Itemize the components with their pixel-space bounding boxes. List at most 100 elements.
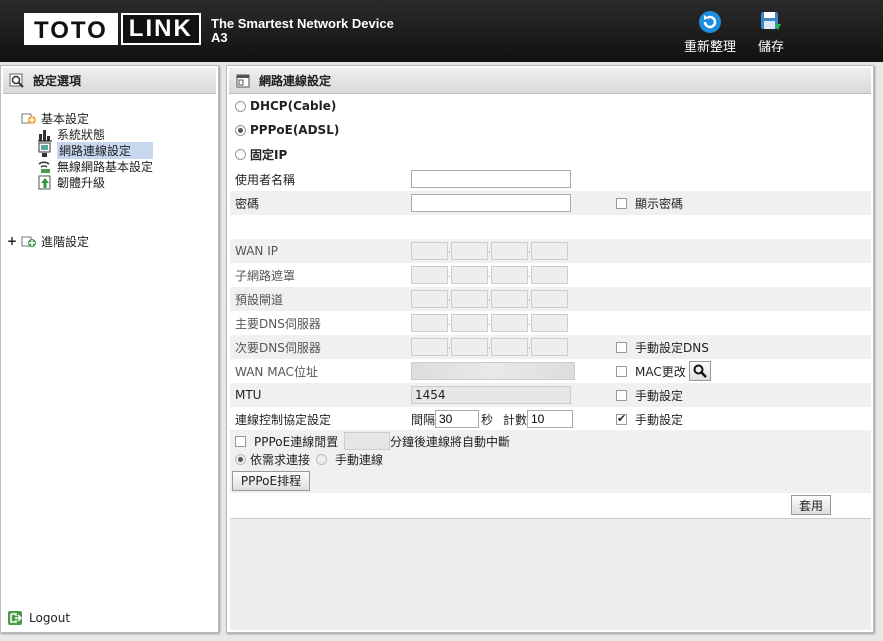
- username-row: 使用者名稱: [230, 167, 871, 191]
- static-radio[interactable]: [235, 148, 246, 160]
- lcp-label: 連線控制協定設定: [235, 412, 332, 427]
- username-label: 使用者名稱: [235, 172, 296, 187]
- bar-chart-icon: [38, 130, 52, 142]
- pppoe-radio[interactable]: [235, 124, 246, 136]
- mtu-input[interactable]: 1454: [411, 386, 571, 404]
- mode-pppoe[interactable]: PPPoE(ADSL): [230, 118, 871, 142]
- logo-link: LINK: [120, 13, 201, 45]
- on-demand-label: 依需求連接: [250, 452, 311, 467]
- mac-search-button[interactable]: [689, 361, 711, 381]
- sidebar-header: 設定選項: [3, 68, 216, 94]
- dns1-input[interactable]: ...: [411, 314, 568, 332]
- static-label: 固定IP: [250, 147, 288, 162]
- refresh-icon: [699, 11, 721, 33]
- apply-button[interactable]: 套用: [791, 495, 831, 515]
- logout-label: Logout: [29, 611, 71, 625]
- mac-change-label: MAC更改: [635, 364, 686, 379]
- sidebar-item-label: 韌體升級: [57, 175, 106, 190]
- idle-suffix: 分鐘後連線將自動中斷: [390, 434, 511, 449]
- interval-input[interactable]: [435, 410, 479, 428]
- dns1-label: 主要DNS伺服器: [235, 316, 321, 331]
- pppoe-schedule-button[interactable]: PPPoE排程: [232, 470, 310, 491]
- manual-connect-label: 手動連線: [335, 452, 384, 467]
- page-title: 網路連線設定: [259, 74, 332, 88]
- dns1-row: 主要DNS伺服器 ...: [230, 311, 871, 335]
- dns2-label: 次要DNS伺服器: [235, 340, 321, 355]
- wireless-icon: [38, 161, 50, 173]
- tree-advanced-settings[interactable]: 進階設定: [21, 233, 89, 249]
- main-header: 網路連線設定: [229, 68, 871, 94]
- idle-label: PPPoE連線閒置: [254, 434, 339, 449]
- mac-change-checkbox[interactable]: [616, 365, 627, 377]
- connect-type-row: 依需求連接 手動連線: [230, 450, 871, 468]
- show-password-label: 顯示密碼: [635, 196, 684, 211]
- spacer-row: [230, 215, 871, 239]
- dhcp-label: DHCP(Cable): [250, 99, 337, 113]
- gateway-row: 預設閘道 ...: [230, 287, 871, 311]
- upgrade-icon: [38, 175, 51, 190]
- wan-ip-input[interactable]: ...: [411, 242, 568, 260]
- save-button[interactable]: 儲存: [758, 10, 784, 55]
- dns2-row: 次要DNS伺服器 ... 手動設定DNS: [230, 335, 871, 359]
- mode-dhcp[interactable]: DHCP(Cable): [230, 94, 871, 118]
- gateway-label: 預設閘道: [235, 292, 284, 307]
- empty-area: [230, 518, 871, 630]
- subnet-input[interactable]: ...: [411, 266, 568, 284]
- folder-settings-icon: [21, 113, 36, 124]
- tree-basic-settings[interactable]: 基本設定: [21, 110, 89, 126]
- pppoe-label: PPPoE(ADSL): [250, 123, 340, 137]
- wan-mac-input[interactable]: [411, 362, 575, 380]
- save-label: 儲存: [758, 40, 785, 55]
- manual-connect-radio[interactable]: [316, 453, 328, 465]
- save-icon: [761, 12, 781, 30]
- tree-advanced-label: 進階設定: [41, 234, 90, 249]
- tagline: The Smartest Network Device A3: [211, 17, 394, 45]
- count-input[interactable]: [527, 410, 573, 428]
- wan-ip-row: WAN IP ...: [230, 239, 871, 263]
- dns2-input[interactable]: ...: [411, 338, 568, 356]
- sidebar-item-firmware[interactable]: 韌體升級: [37, 174, 105, 190]
- apply-bar: 套用: [230, 493, 871, 518]
- search-icon: [693, 364, 707, 378]
- idle-input[interactable]: [344, 432, 390, 450]
- password-input[interactable]: [411, 194, 571, 212]
- main-panel: 網路連線設定 DHCP(Cable) PPPoE(ADSL) 固定IP 使用者名…: [226, 65, 874, 633]
- wan-mac-row: WAN MAC位址 MAC更改: [230, 359, 871, 383]
- wan-ip-label: WAN IP: [235, 244, 278, 258]
- schedule-row: PPPoE排程: [230, 468, 871, 493]
- wan-mac-label: WAN MAC位址: [235, 364, 318, 379]
- logo-toto: TOTO: [24, 13, 118, 45]
- sidebar-item-network[interactable]: 網路連線設定: [37, 141, 154, 159]
- model-name: A3: [211, 30, 228, 45]
- window-icon: [236, 74, 250, 87]
- reboot-button[interactable]: 重新整理: [684, 10, 736, 55]
- lcp-manual-checkbox[interactable]: [616, 412, 627, 425]
- sidebar-item-label: 系統狀態: [57, 127, 106, 142]
- sidebar-item-wireless[interactable]: 無線網路基本設定: [37, 158, 153, 174]
- gateway-input[interactable]: ...: [411, 290, 568, 308]
- manual-dns-checkbox[interactable]: [616, 341, 627, 353]
- mtu-manual-label: 手動設定: [635, 388, 684, 403]
- mtu-manual-checkbox[interactable]: [616, 389, 627, 401]
- tagline-text: The Smartest Network Device: [211, 16, 394, 31]
- count-label: 計數: [503, 412, 528, 427]
- sidebar: 設定選項 基本設定 系統狀態 網路連線設定 無線網路基本設定 韌體升級 + 進階…: [0, 65, 219, 633]
- lcp-row: 連線控制協定設定 間隔 秒 計數 手動設定: [230, 407, 871, 431]
- subnet-row: 子網路遮罩 ...: [230, 263, 871, 287]
- expand-icon[interactable]: +: [7, 234, 17, 248]
- username-input[interactable]: [411, 170, 571, 188]
- mtu-row: MTU 1454 手動設定: [230, 383, 871, 407]
- show-password-checkbox[interactable]: [616, 197, 627, 209]
- seconds-label: 秒: [481, 412, 494, 427]
- idle-checkbox[interactable]: [235, 435, 246, 447]
- interval-label: 間隔: [411, 412, 436, 427]
- on-demand-radio[interactable]: [235, 453, 246, 465]
- sidebar-item-system-status[interactable]: 系統狀態: [37, 126, 105, 142]
- logout-link[interactable]: Logout: [7, 610, 70, 626]
- tree-basic-label: 基本設定: [41, 111, 90, 126]
- network-icon: [38, 142, 51, 157]
- mode-static[interactable]: 固定IP: [230, 142, 871, 166]
- folder-settings-icon: [21, 236, 36, 247]
- subnet-label: 子網路遮罩: [235, 268, 296, 283]
- dhcp-radio[interactable]: [235, 100, 246, 112]
